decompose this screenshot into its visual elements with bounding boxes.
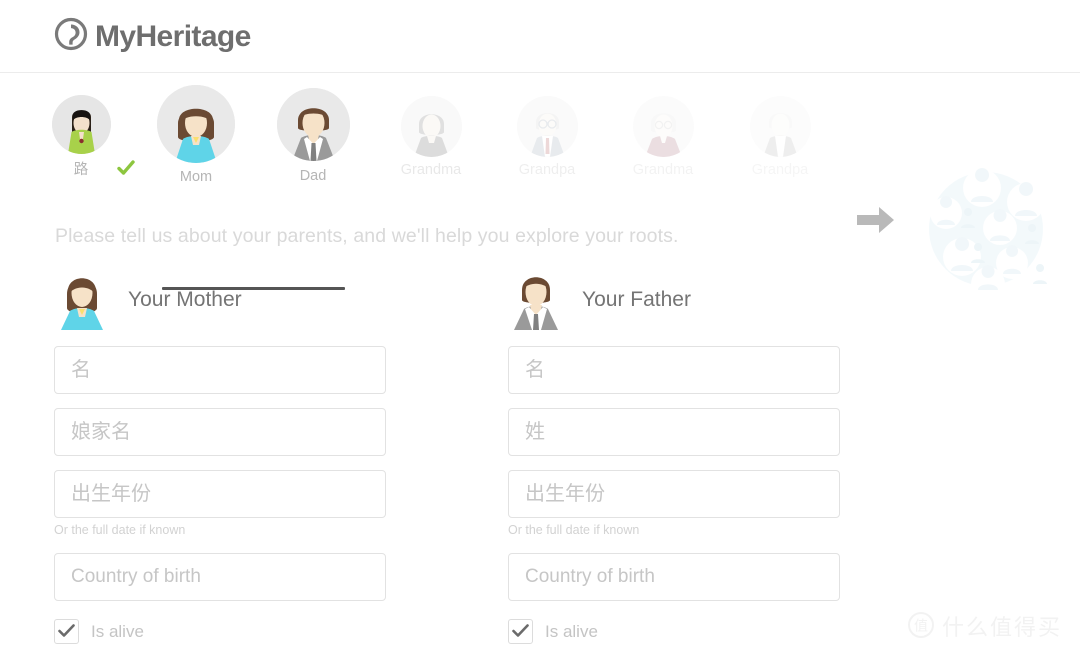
mom-avatar (157, 85, 235, 163)
father-birth-year-placeholder: 出生年份 (525, 483, 605, 505)
svg-text:值: 值 (914, 618, 928, 634)
father-is-alive-row[interactable]: Is alive (508, 618, 928, 644)
avatar-item-grandma-2[interactable]: Grandma (605, 96, 721, 178)
mother-maiden-name-input[interactable]: 娘家名 (54, 408, 386, 456)
father-birth-year-input[interactable]: 出生年份 (508, 470, 840, 518)
father-is-alive-checkbox[interactable] (508, 618, 533, 644)
brand-name: MyHeritage (95, 19, 251, 53)
arrow-right-icon (857, 206, 895, 239)
avatar-label-mom: Mom (179, 169, 213, 185)
father-country-of-birth-input[interactable]: Country of birth (508, 552, 840, 601)
instruction-text: Please tell us about your parents, and w… (55, 225, 679, 247)
avatar-item-self[interactable]: 路 (23, 95, 139, 178)
mother-first-name-input[interactable]: 名 (54, 346, 386, 394)
watermark-text: 什么值得买 (942, 614, 1063, 640)
dad-avatar (276, 88, 350, 161)
mother-header: Your Mother (54, 268, 474, 330)
family-tree-cluster-icon (922, 168, 1050, 301)
father-first-name-placeholder: 名 (525, 359, 545, 381)
mother-form-column: Your Mother 名 娘家名 出生年份 Or the full date … (54, 268, 474, 644)
mother-avatar-icon (54, 268, 110, 330)
father-first-name-input[interactable]: 名 (508, 346, 840, 394)
grandpa-avatar (516, 96, 578, 157)
avatar-label-dad: Dad (299, 168, 327, 184)
father-last-name-input[interactable]: 姓 (508, 408, 840, 456)
mother-birth-date-helper: Or the full date if known (54, 523, 186, 537)
father-form-column: Your Father 名 姓 出生年份 Or the full date if… (508, 268, 928, 644)
father-avatar-icon (508, 268, 564, 330)
mother-is-alive-row[interactable]: Is alive (54, 618, 474, 644)
avatar-label-grandpa-1: Grandpa (518, 162, 576, 178)
mother-title: Your Mother (128, 287, 242, 311)
avatar-item-grandpa-1[interactable]: Grandpa (489, 96, 605, 178)
mother-is-alive-label: Is alive (91, 621, 144, 641)
smzdm-watermark: 值 什么值得买 (908, 612, 1062, 643)
father-is-alive-label: Is alive (545, 621, 598, 641)
father-title: Your Father (582, 287, 691, 311)
green-check-icon (116, 158, 136, 178)
watermark-logo-icon: 值 (908, 612, 934, 643)
father-country-placeholder: Country of birth (525, 566, 655, 587)
signup-parents-page: MyHeritage 路 Mom Dad Grandma Grandpa Gra… (0, 0, 1080, 659)
father-last-name-placeholder: 姓 (525, 421, 545, 443)
father-header: Your Father (508, 268, 928, 330)
self-avatar (51, 95, 111, 154)
myheritage-logo[interactable]: MyHeritage (54, 17, 251, 56)
avatar-item-grandpa-2[interactable]: Grandpa (722, 96, 838, 178)
avatar-item-grandma-1[interactable]: Grandma (373, 96, 489, 178)
grandpa-avatar (749, 96, 811, 157)
mother-is-alive-checkbox[interactable] (54, 618, 79, 644)
avatar-label-grandma-1: Grandma (400, 162, 462, 178)
mother-first-name-placeholder: 名 (71, 359, 91, 381)
site-header: MyHeritage (0, 0, 1080, 73)
avatar-label-grandma-2: Grandma (632, 162, 694, 178)
father-birth-date-helper: Or the full date if known (508, 523, 640, 537)
avatar-item-mom[interactable]: Mom (138, 85, 254, 185)
grandma-avatar (400, 96, 462, 157)
avatar-label-grandpa-2: Grandpa (751, 162, 809, 178)
avatar-item-dad[interactable]: Dad (255, 88, 371, 184)
check-icon (58, 624, 75, 637)
check-icon (512, 624, 529, 637)
grandma-avatar (632, 96, 694, 157)
mother-country-placeholder: Country of birth (71, 566, 201, 587)
family-progress-strip: 路 Mom Dad Grandma Grandpa Grandma Grandp… (0, 82, 1080, 301)
mother-maiden-name-placeholder: 娘家名 (71, 421, 131, 443)
mother-birth-year-input[interactable]: 出生年份 (54, 470, 386, 518)
myheritage-logo-icon (54, 17, 88, 56)
mother-country-of-birth-input[interactable]: Country of birth (54, 552, 386, 601)
mother-birth-year-placeholder: 出生年份 (71, 483, 151, 505)
